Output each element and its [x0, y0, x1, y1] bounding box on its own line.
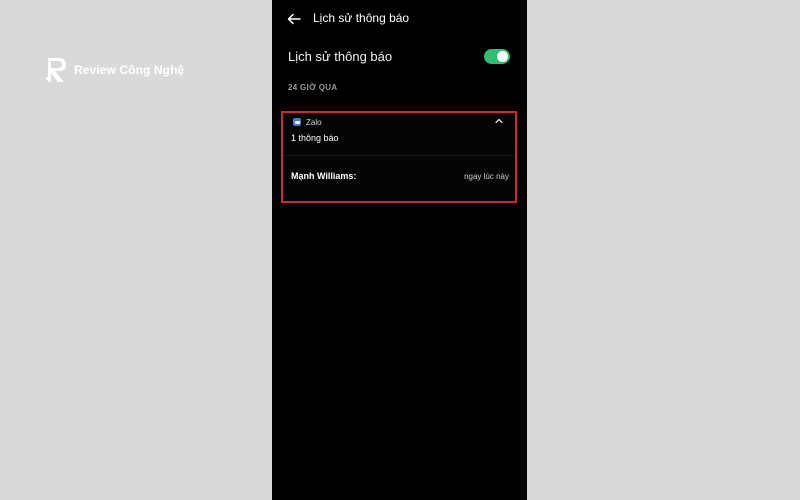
r-logo-icon: [46, 57, 68, 83]
phone-screen: Lịch sử thông báo Lịch sử thông báo 24 G…: [272, 0, 527, 500]
notification-history-toggle[interactable]: [484, 48, 510, 64]
toggle-knob: [497, 50, 508, 62]
watermark-text: Review Công Nghệ: [74, 63, 185, 77]
section-header: 24 GIỜ QUA: [288, 83, 338, 92]
top-bar: Lịch sử thông báo: [272, 0, 527, 38]
page-title: Lịch sử thông báo: [313, 11, 410, 25]
notification-history-setting[interactable]: Lịch sử thông báo: [288, 44, 510, 68]
highlight-box: [281, 111, 517, 203]
watermark: Review Công Nghệ: [46, 57, 184, 83]
setting-label: Lịch sử thông báo: [288, 48, 393, 64]
back-button[interactable]: [286, 11, 302, 27]
arrow-left-icon: [287, 13, 301, 25]
